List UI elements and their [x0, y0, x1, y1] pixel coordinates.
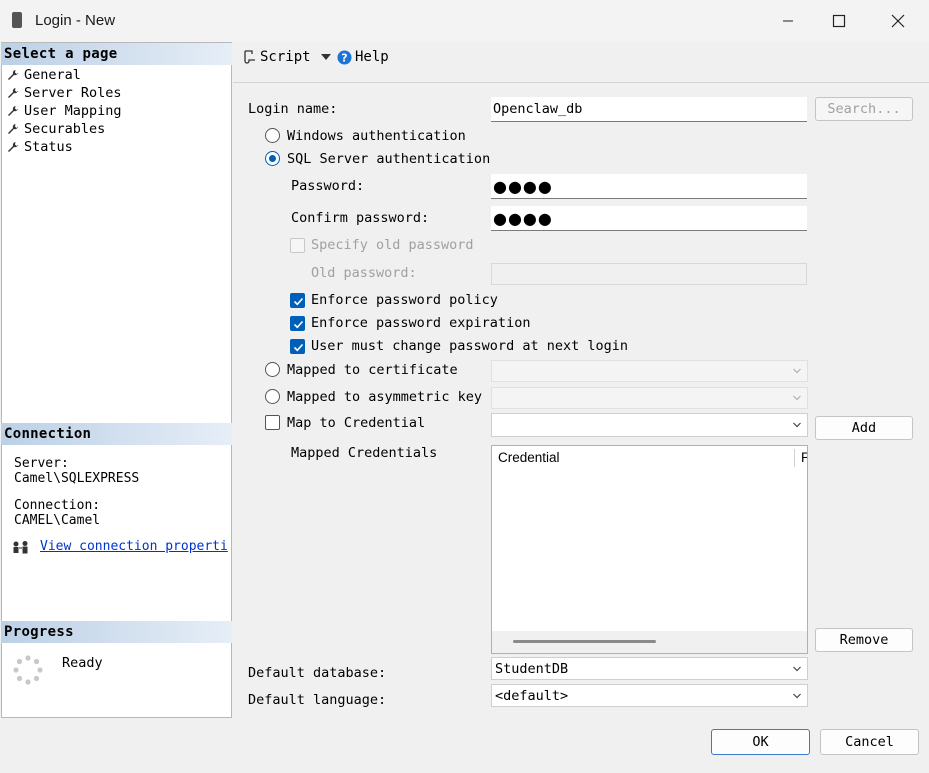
progress-spinner-icon — [13, 655, 43, 685]
map-credential-label[interactable]: Map to Credential — [287, 415, 425, 431]
old-password-input[interactable] — [491, 263, 807, 285]
mapped-credentials-grid[interactable]: Credential P — [491, 445, 808, 654]
minimize-icon — [783, 20, 793, 22]
grid-column-divider — [794, 449, 795, 467]
wrench-icon — [8, 70, 18, 80]
connection-value: CAMEL\Camel — [14, 513, 101, 528]
checkmark-icon — [293, 343, 304, 352]
wrench-icon — [8, 124, 18, 134]
page-item-label: Server Roles — [24, 85, 122, 101]
enforce-expiration-label[interactable]: Enforce password expiration — [311, 315, 530, 331]
mapped-asym-radio[interactable] — [265, 389, 280, 404]
page-item-general[interactable]: General — [7, 66, 81, 84]
default-language-select[interactable]: <default> — [491, 684, 808, 707]
progress-header: Progress — [1, 621, 232, 643]
connection-header: Connection — [1, 423, 232, 445]
close-icon — [891, 14, 905, 28]
server-label: Server: — [14, 456, 69, 471]
enforce-policy-checkbox[interactable] — [290, 293, 305, 308]
page-item-label: General — [24, 67, 81, 83]
password-label: Password: — [291, 178, 365, 194]
progress-status: Ready — [62, 655, 103, 671]
specify-old-password-checkbox[interactable] — [290, 238, 305, 253]
default-language-value: <default> — [495, 687, 569, 704]
page-item-status[interactable]: Status — [7, 138, 73, 156]
help-label: Help — [355, 49, 389, 65]
password-input[interactable]: ●●●● — [491, 174, 807, 199]
checkmark-icon — [293, 297, 304, 306]
windows-auth-radio[interactable] — [265, 128, 280, 143]
wrench-icon — [8, 142, 18, 152]
connection-label: Connection: — [14, 498, 101, 513]
script-icon — [244, 50, 255, 64]
close-button[interactable] — [875, 6, 921, 36]
wrench-icon — [8, 106, 18, 116]
mapped-cert-radio[interactable] — [265, 362, 280, 377]
confirm-password-label: Confirm password: — [291, 210, 430, 226]
old-password-label: Old password: — [311, 265, 417, 281]
grid-header-provider[interactable]: P — [801, 450, 807, 465]
script-button[interactable]: Script — [242, 49, 331, 65]
chevron-down-icon — [793, 368, 801, 374]
chevron-down-icon — [793, 422, 801, 428]
login-name-input[interactable]: Openclaw_db — [491, 97, 807, 122]
scrollbar-thumb[interactable] — [513, 640, 656, 643]
window-title: Login - New — [35, 12, 116, 29]
view-connection-properties-link[interactable]: View connection properti — [40, 540, 231, 554]
mapped-cert-label[interactable]: Mapped to certificate — [287, 362, 458, 378]
chevron-down-icon — [793, 666, 801, 671]
page-item-label: Securables — [24, 121, 106, 137]
search-button[interactable]: Search... — [815, 97, 913, 121]
page-item-securables[interactable]: Securables — [7, 120, 105, 138]
ok-button[interactable]: OK — [711, 729, 810, 755]
maximize-icon — [832, 14, 846, 28]
sql-auth-radio[interactable] — [265, 151, 280, 166]
page-item-user-mapping[interactable]: User Mapping — [7, 102, 122, 120]
script-label: Script — [260, 49, 311, 65]
svg-text:?: ? — [341, 51, 347, 64]
horizontal-scrollbar[interactable] — [492, 631, 807, 653]
enforce-policy-label[interactable]: Enforce password policy — [311, 292, 498, 308]
chevron-down-icon — [793, 395, 801, 401]
confirm-password-input[interactable]: ●●●● — [491, 206, 807, 231]
windows-auth-label[interactable]: Windows authentication — [287, 128, 466, 144]
help-button[interactable]: ? Help — [337, 49, 389, 65]
server-value: Camel\SQLEXPRESS — [14, 471, 140, 486]
help-icon: ? — [337, 50, 352, 64]
must-change-label[interactable]: User must change password at next login — [311, 338, 628, 354]
map-credential-checkbox[interactable] — [265, 415, 280, 430]
page-item-label: Status — [24, 139, 73, 155]
enforce-expiration-checkbox[interactable] — [290, 316, 305, 331]
page-item-label: User Mapping — [24, 103, 122, 119]
select-page-header: Select a page — [1, 43, 232, 65]
maximize-button[interactable] — [816, 6, 862, 36]
cancel-button[interactable]: Cancel — [820, 729, 919, 755]
login-name-label: Login name: — [248, 101, 338, 117]
checkmark-icon — [293, 320, 304, 329]
default-database-label: Default database: — [248, 665, 387, 681]
mapped-credentials-label: Mapped Credentials — [291, 445, 438, 461]
dropdown-arrow-icon — [320, 54, 331, 60]
sql-auth-label[interactable]: SQL Server authentication — [287, 151, 490, 167]
credential-select[interactable] — [491, 413, 808, 437]
grid-header-credential[interactable]: Credential — [498, 450, 560, 465]
must-change-checkbox[interactable] — [290, 339, 305, 354]
default-database-select[interactable]: StudentDB — [491, 657, 808, 680]
certificate-select[interactable] — [491, 360, 808, 382]
connection-properties-icon — [13, 541, 28, 554]
page-item-server-roles[interactable]: Server Roles — [7, 84, 122, 102]
default-database-value: StudentDB — [495, 660, 569, 677]
chevron-down-icon — [793, 693, 801, 698]
minimize-button[interactable] — [765, 6, 811, 36]
wrench-icon — [8, 88, 18, 98]
specify-old-password-label[interactable]: Specify old password — [311, 237, 474, 253]
remove-button[interactable]: Remove — [815, 628, 913, 652]
title-bar: Login - New — [0, 0, 929, 42]
add-button[interactable]: Add — [815, 416, 913, 440]
default-language-label: Default language: — [248, 692, 387, 708]
app-icon — [12, 12, 22, 28]
mapped-asym-label[interactable]: Mapped to asymmetric key — [287, 389, 482, 405]
asymmetric-key-select[interactable] — [491, 387, 808, 409]
